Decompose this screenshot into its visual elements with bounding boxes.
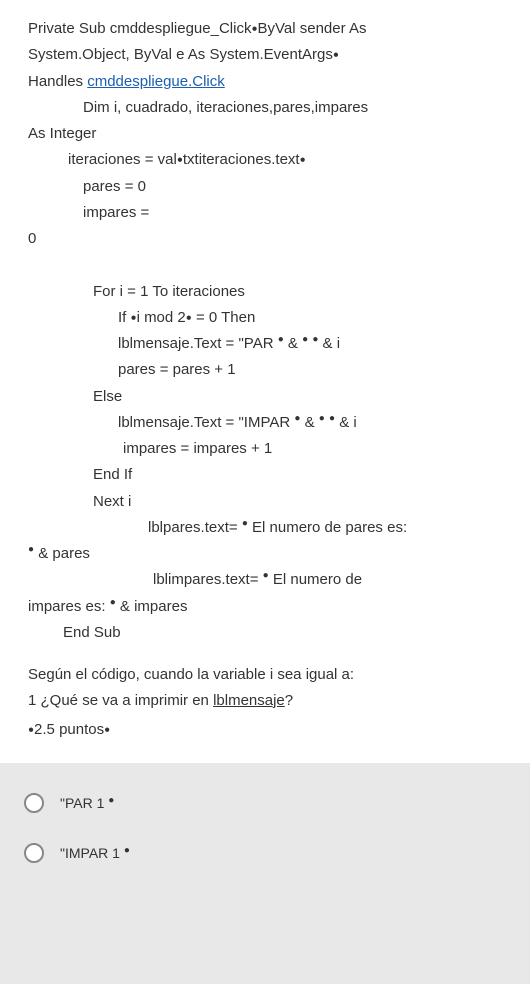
code-line: pares = pares + 1 xyxy=(28,357,502,383)
code-line: End If xyxy=(28,462,502,488)
code-text: lblmensaje.Text = "PAR xyxy=(118,335,278,352)
underline-text: lblmensaje xyxy=(213,692,285,709)
code-text: & xyxy=(300,414,318,431)
code-text: Else xyxy=(93,388,122,405)
code-line: impares es: ● & impares xyxy=(28,594,502,620)
code-text: lblpares.text= xyxy=(148,519,242,536)
quote-icon: ● xyxy=(302,334,308,345)
answers-section: "PAR 1 ● "IMPAR 1 ● xyxy=(0,763,530,923)
code-text: lblimpares.text= xyxy=(153,571,263,588)
code-text: & pares xyxy=(34,545,90,562)
question-text: Según el código, cuando la variable i se… xyxy=(28,662,502,743)
bullet-icon: ● xyxy=(300,155,306,166)
code-text: impares = impares + 1 xyxy=(123,440,272,457)
answer-option-2[interactable]: "IMPAR 1 ● xyxy=(20,843,510,863)
question-card: Private Sub cmddespliegue_Click ● ByVal se… xyxy=(0,0,530,763)
quote-icon: ● xyxy=(124,845,130,856)
points-value: 2.5 puntos xyxy=(34,721,104,738)
answer-text: "PAR 1 ● xyxy=(60,795,114,811)
code-text: iteraciones = val xyxy=(68,151,177,168)
code-line: As Integer xyxy=(28,121,502,147)
code-text: End Sub xyxy=(63,624,121,641)
code-text: Private Sub cmddespliegue_Click xyxy=(28,20,251,37)
radio-icon[interactable] xyxy=(24,793,44,813)
question-line: Según el código, cuando la variable i se… xyxy=(28,662,502,688)
code-text: txtiteraciones.text xyxy=(183,151,300,168)
quote-icon: ● xyxy=(108,795,114,806)
code-text: Dim i, cuadrado, iteraciones,pares,impar… xyxy=(83,99,368,116)
code-text: impares = xyxy=(83,204,149,221)
code-text: & i xyxy=(318,335,340,352)
text: ? xyxy=(285,692,293,709)
code-line: lblimpares.text= ● El numero de xyxy=(28,567,502,593)
code-text: El numero de pares es: xyxy=(248,519,407,536)
code-link[interactable]: cmddespliegue.Click xyxy=(87,73,225,90)
code-text: ByVal sender As xyxy=(258,20,367,37)
code-text: Handles xyxy=(28,73,87,90)
code-text: 0 xyxy=(28,230,36,247)
code-text: If xyxy=(118,309,131,326)
code-text: pares = pares + 1 xyxy=(118,361,236,378)
code-line: End Sub xyxy=(28,620,502,646)
code-line: System.Object, ByVal e As System.EventAr… xyxy=(28,42,502,68)
code-line: For i = 1 To iteraciones xyxy=(28,279,502,305)
quote-icon: ● xyxy=(319,413,325,424)
radio-icon[interactable] xyxy=(24,843,44,863)
code-line: If ●i mod 2● = 0 Then xyxy=(28,305,502,331)
question-line: 1 ¿Qué se va a imprimir en lblmensaje? xyxy=(28,688,502,714)
answer-option-1[interactable]: "PAR 1 ● xyxy=(20,793,510,813)
code-line: Handles cmddespliegue.Click xyxy=(28,69,502,95)
code-text: Next i xyxy=(93,493,131,510)
bullet-icon: ● xyxy=(333,50,339,61)
code-text: & impares xyxy=(116,598,188,615)
code-text: i mod 2 xyxy=(137,309,186,326)
answer-text: "IMPAR 1 ● xyxy=(60,845,130,861)
code-text: As Integer xyxy=(28,125,96,142)
points: ●2.5 puntos● xyxy=(28,717,502,743)
code-text: End If xyxy=(93,466,132,483)
code-line: Else xyxy=(28,384,502,410)
code-line: lblmensaje.Text = "PAR ● & ● ● & i xyxy=(28,331,502,357)
code-text: lblmensaje.Text = "IMPAR xyxy=(118,414,294,431)
code-text: pares = 0 xyxy=(83,178,146,195)
code-line: Private Sub cmddespliegue_Click●ByVal se… xyxy=(28,16,502,42)
code-line: ● & pares xyxy=(28,541,502,567)
text: 1 ¿Qué se va a imprimir en xyxy=(28,692,213,709)
code-text: = 0 Then xyxy=(192,309,256,326)
code-text: impares es: xyxy=(28,598,110,615)
code-line: iteraciones = val●txtiteraciones.text● xyxy=(28,147,502,173)
code-text: System.Object, ByVal e As System.EventAr… xyxy=(28,46,333,63)
code-text: & i xyxy=(335,414,357,431)
code-line: pares = 0 xyxy=(28,174,502,200)
code-line: lblpares.text= ● El numero de pares es: xyxy=(28,515,502,541)
code-line: impares = impares + 1 xyxy=(28,436,502,462)
code-text: El numero de xyxy=(269,571,362,588)
code-text: & xyxy=(284,335,302,352)
code-line: Next i xyxy=(28,489,502,515)
code-line: lblmensaje.Text = "IMPAR ● & ● ● & i xyxy=(28,410,502,436)
code-line: 0 xyxy=(28,226,502,252)
code-text: For i = 1 To iteraciones xyxy=(93,283,245,300)
code-line: impares = xyxy=(28,200,502,226)
code-block: Private Sub cmddespliegue_Click ● ByVal se… xyxy=(28,16,502,646)
bullet-icon: ● xyxy=(104,725,110,736)
code-line: Dim i, cuadrado, iteraciones,pares,impar… xyxy=(28,95,502,121)
